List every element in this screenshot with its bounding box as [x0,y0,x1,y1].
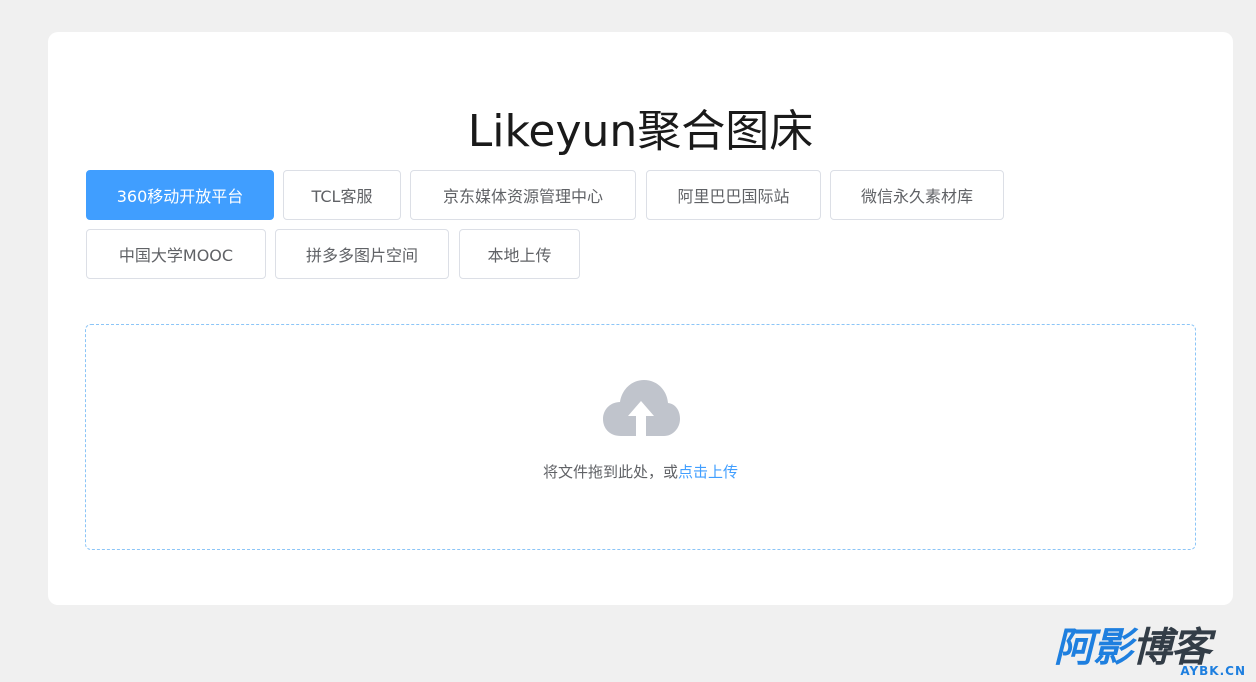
tab-wechat-materials[interactable]: 微信永久素材库 [830,170,1004,220]
tab-local-upload[interactable]: 本地上传 [459,229,580,279]
tab-tcl-service[interactable]: TCL客服 [283,170,401,220]
cloud-upload-icon [603,380,680,436]
upload-dropzone[interactable]: 将文件拖到此处，或点击上传 [85,324,1196,550]
site-watermark-logo: 阿影博客 AYBK.CN [1054,625,1250,678]
tab-360-open-platform[interactable]: 360移动开放平台 [86,170,274,220]
tab-china-mooc[interactable]: 中国大学MOOC [86,229,266,279]
tab-jd-media[interactable]: 京东媒体资源管理中心 [410,170,636,220]
upload-hint-text: 将文件拖到此处，或 [542,463,678,481]
upload-hint: 将文件拖到此处，或点击上传 [86,461,1195,482]
tab-alibaba-intl[interactable]: 阿里巴巴国际站 [646,170,821,220]
tab-pinduoduo-images[interactable]: 拼多多图片空间 [275,229,449,279]
watermark-domain: AYBK.CN [1178,664,1248,678]
page-title: Likeyun聚合图床 [467,106,814,157]
watermark-title-part1: 阿影 [1054,625,1133,671]
click-upload-link[interactable]: 点击上传 [678,463,738,481]
